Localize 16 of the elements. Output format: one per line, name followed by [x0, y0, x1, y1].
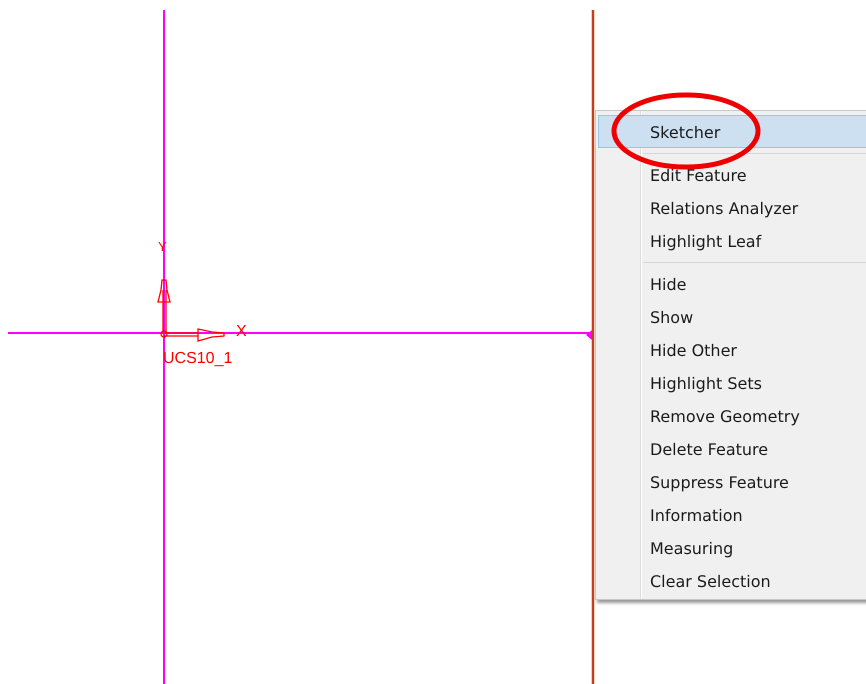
menu-item[interactable]: Edit Feature — [598, 158, 866, 191]
menu-item[interactable]: Sketcher — [598, 115, 866, 148]
menu-item[interactable]: Information — [598, 498, 866, 531]
menu-item[interactable]: Delete Feature — [598, 432, 866, 465]
menu-item[interactable]: Suppress Feature — [598, 465, 866, 498]
menu-item[interactable]: Hide Other — [598, 333, 866, 366]
menu-item[interactable]: Show — [598, 300, 866, 333]
endpoint-marker-icon — [586, 330, 592, 340]
menu-item[interactable]: Remove Geometry — [598, 399, 866, 432]
menu-item[interactable]: Measuring — [598, 531, 866, 564]
coordinate-system-icon — [157, 279, 225, 342]
menu-item[interactable]: Highlight Leaf — [598, 224, 866, 257]
menu-item[interactable]: Relations Analyzer — [598, 191, 866, 224]
menu-item[interactable]: Hide — [598, 267, 866, 300]
menu-item[interactable]: Highlight Sets — [598, 366, 866, 399]
menu-item[interactable]: Clear Selection — [598, 564, 866, 597]
